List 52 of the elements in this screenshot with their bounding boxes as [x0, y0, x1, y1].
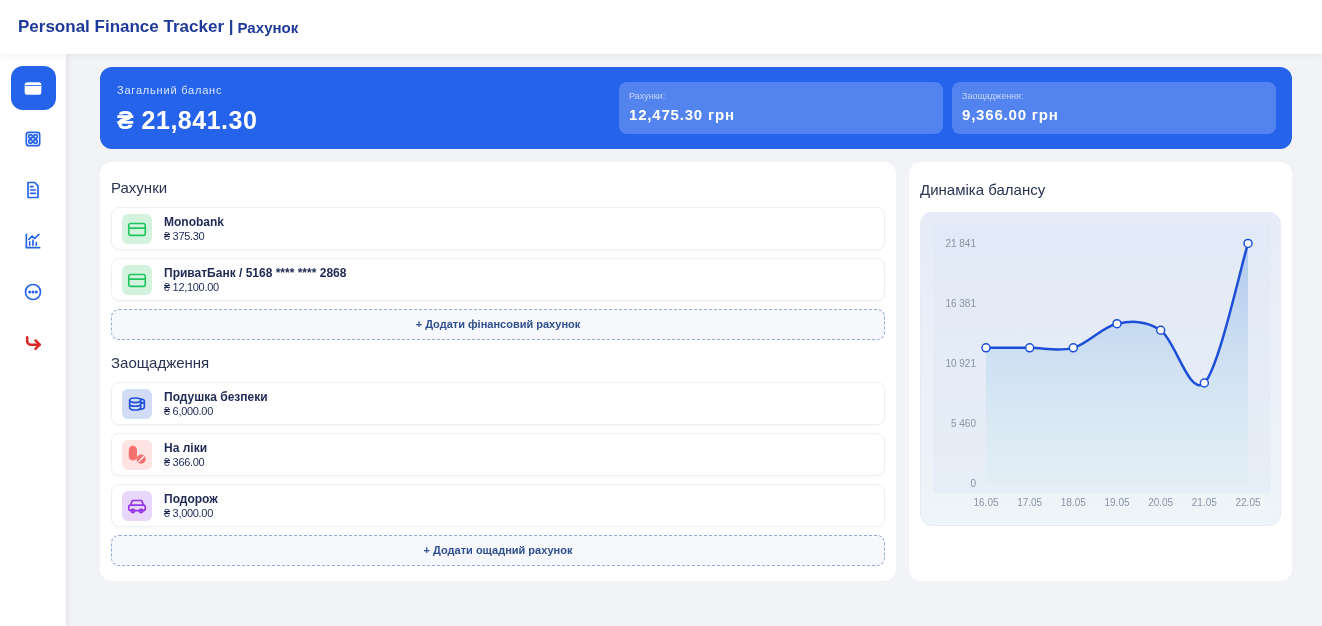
section-title: Рахунки: [111, 179, 169, 197]
section-title: Заощадження: [111, 354, 211, 372]
account-row[interactable]: Подушка безпеки ₴ 6,000.00: [111, 382, 885, 425]
account-name: Monobank: [164, 214, 224, 229]
account-amount: ₴ 12,100.00: [164, 280, 220, 294]
x-tick-label: 20.05: [1148, 496, 1174, 508]
data-point: [1024, 342, 1035, 353]
balance-label: Загальний баланс: [117, 83, 224, 98]
data-point: [1155, 325, 1166, 335]
data-point: [1243, 238, 1253, 248]
account-amount: ₴ 375.30: [164, 228, 206, 243]
account-amount: ₴ 3,000.00: [164, 506, 214, 520]
account-name: Подорож: [164, 491, 218, 506]
data-point: [1112, 318, 1122, 328]
x-tick-label: 17.05: [1017, 496, 1043, 508]
chart-icon: [23, 231, 43, 251]
account-row[interactable]: На ліки ₴ 366.00: [111, 433, 885, 476]
stat-value: 12,475.30 грн: [629, 104, 736, 125]
app-title: Personal Finance Tracker |: [18, 16, 234, 39]
data-point: [1068, 342, 1079, 353]
x-tick-label: 19.05: [1104, 496, 1130, 508]
x-tick-label: 21.05: [1191, 496, 1217, 508]
account-row[interactable]: Подорож ₴ 3,000.00: [111, 484, 885, 527]
y-tick-label: 16 381: [945, 297, 976, 309]
sidebar-button[interactable]: [10, 66, 56, 110]
account-name: ПриватБанк / 5168 **** **** 2868: [164, 265, 347, 280]
stat-value: 9,366.00 грн: [962, 104, 1060, 125]
add-button[interactable]: + Додати фінансовий рахунок: [111, 309, 885, 340]
account-row[interactable]: Monobank ₴ 375.30: [111, 207, 885, 250]
account-amount: ₴ 366.00: [164, 454, 206, 469]
logout-icon: [23, 333, 43, 353]
chart-title: Динаміка балансу: [920, 180, 1047, 200]
stat-label: Заощадження:: [962, 90, 1025, 103]
y-tick-label: 0: [970, 477, 976, 489]
account-amount: ₴ 6,000.00: [164, 404, 214, 418]
data-point: [981, 342, 991, 353]
x-tick-label: 18.05: [1060, 496, 1086, 508]
grid-icon: [23, 129, 43, 149]
y-tick-label: 21 841: [945, 237, 976, 249]
add-button[interactable]: + Додати ощадний рахунок: [111, 535, 885, 566]
more-icon: [23, 282, 43, 302]
stat-label: Рахунки:: [629, 90, 667, 103]
account-row[interactable]: ПриватБанк / 5168 **** **** 2868 ₴ 12,100.00: [111, 258, 885, 301]
x-tick-label: 22.05: [1235, 496, 1261, 508]
data-point: [1199, 377, 1210, 388]
y-tick-label: 10 921: [945, 357, 976, 369]
y-tick-label: 5 460: [950, 417, 976, 429]
balance-value: ₴ 21,841.30: [117, 104, 259, 136]
page-title: Рахунок: [237, 17, 299, 38]
x-tick-label: 16.05: [973, 496, 999, 508]
account-name: Подушка безпеки: [164, 389, 268, 404]
account-name: На ліки: [164, 440, 207, 455]
